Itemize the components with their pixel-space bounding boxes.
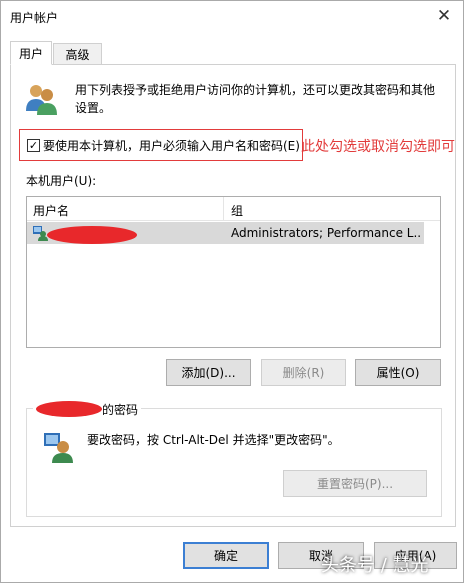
tab-users[interactable]: 用户 (10, 41, 52, 65)
column-header-group[interactable]: 组 (231, 202, 243, 219)
redacted-username (47, 226, 137, 244)
tab-advanced-label: 高级 (65, 47, 90, 62)
password-group-box (26, 408, 442, 517)
password-group-title: 的密码 (102, 402, 139, 417)
require-password-checkbox[interactable]: ✓ (27, 138, 40, 152)
require-password-label[interactable]: 要使用本计算机，用户必须输入用户名和密码(E) (43, 137, 300, 154)
window-title: 用户帐户 (10, 11, 59, 25)
add-button[interactable]: 添加(D)... (166, 359, 251, 386)
require-password-row[interactable]: ✓ 要使用本计算机，用户必须输入用户名和密码(E) (19, 129, 303, 161)
remove-button[interactable]: 删除(R) (261, 359, 346, 386)
row-group-cell: Administrators; Performance L... (231, 226, 421, 240)
password-group-header: 的密码 (33, 400, 142, 418)
users-icon (26, 85, 57, 115)
reset-password-button[interactable]: 重置密码(P)... (283, 470, 427, 497)
tab-users-label: 用户 (18, 46, 43, 61)
local-users-list[interactable]: 用户名 组 Administrators; Performance L... (26, 196, 441, 348)
ok-button[interactable]: 确定 (183, 542, 269, 569)
password-user-icon (44, 433, 73, 463)
table-row[interactable]: Administrators; Performance L... (27, 222, 424, 244)
column-divider[interactable] (223, 197, 224, 220)
description-text: 用下列表授予或拒绝用户访问你的计算机，还可以更改其密码和其他设置。 (75, 83, 436, 115)
properties-button[interactable]: 属性(O) (355, 359, 441, 386)
redacted-account-name (36, 401, 102, 417)
annotation-note: 此处勾选或取消勾选即可 (301, 139, 455, 155)
list-header: 用户名 组 (27, 197, 440, 221)
password-instruction: 要改密码，按 Ctrl-Alt-Del 并选择"更改密码"。 (87, 433, 340, 447)
title-bar: 用户帐户 ✕ (1, 1, 463, 31)
watermark-text: 头条号 / 慧光 (321, 555, 429, 576)
user-accounts-window: 用户帐户 ✕ 用户 高级 用下列表授予或拒绝用户访问你的计算机，还可以更改其密码… (0, 0, 464, 583)
tab-advanced[interactable]: 高级 (53, 43, 102, 65)
local-users-label: 本机用户(U): (26, 174, 97, 188)
column-header-username[interactable]: 用户名 (33, 202, 69, 219)
user-icon (33, 226, 48, 241)
close-icon[interactable]: ✕ (431, 3, 457, 29)
